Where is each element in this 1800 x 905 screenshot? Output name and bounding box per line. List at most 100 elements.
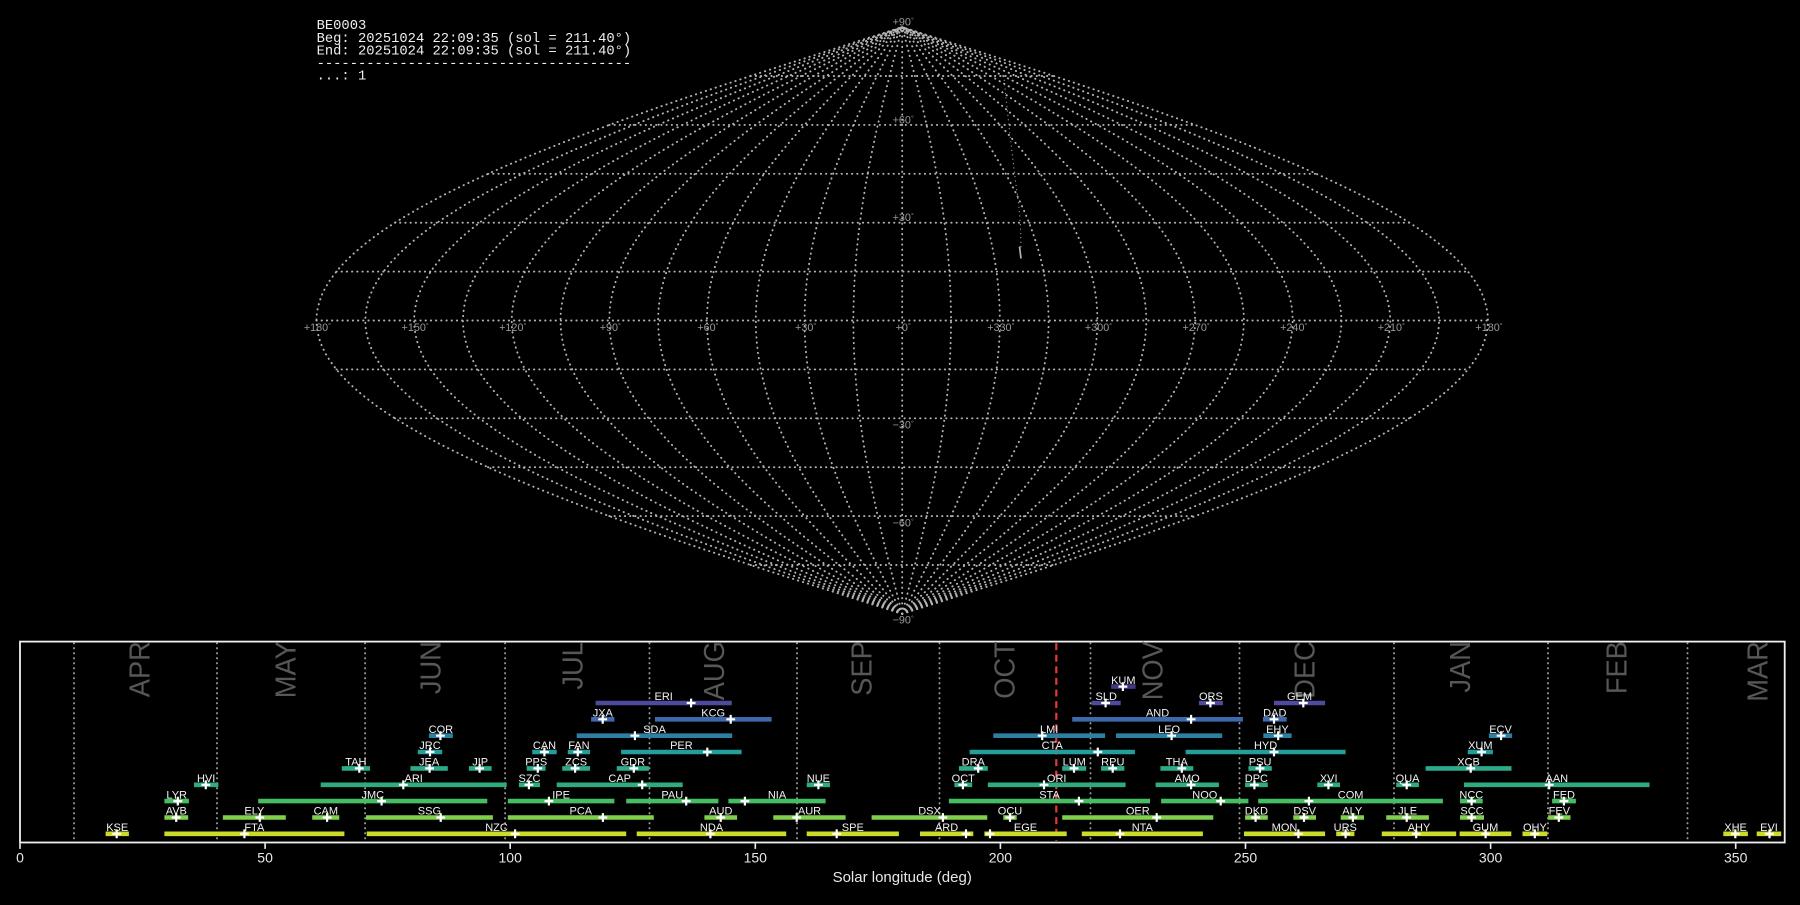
svg-text:ECV: ECV [1489, 724, 1512, 736]
svg-text:250: 250 [1234, 850, 1258, 866]
svg-text:ORS: ORS [1199, 691, 1223, 703]
svg-text:+270°: +270° [1183, 322, 1210, 334]
svg-text:LYR: LYR [166, 789, 187, 801]
svg-text:KSE: KSE [106, 822, 128, 834]
svg-text:OCT: OCT [989, 641, 1021, 699]
svg-text:SCC: SCC [1460, 806, 1483, 818]
svg-text:COM: COM [1338, 789, 1364, 801]
svg-text:NCC: NCC [1459, 789, 1483, 801]
svg-text:XHE: XHE [1724, 822, 1747, 834]
svg-text:FTA: FTA [244, 822, 265, 834]
svg-text:SEP: SEP [846, 641, 878, 696]
svg-text:AVB: AVB [166, 806, 187, 818]
svg-text:NZC: NZC [485, 822, 508, 834]
svg-text:−30°: −30° [893, 420, 914, 432]
svg-text:350: 350 [1724, 850, 1748, 866]
svg-text:STA: STA [1039, 789, 1060, 801]
svg-text:+60°: +60° [893, 114, 914, 126]
svg-text:DRA: DRA [962, 757, 986, 769]
svg-text:KUM: KUM [1111, 675, 1135, 687]
svg-text:GDR: GDR [621, 757, 646, 769]
svg-text:XCB: XCB [1457, 757, 1480, 769]
svg-text:50: 50 [257, 850, 273, 866]
svg-text:URS: URS [1334, 822, 1357, 834]
svg-text:AUG: AUG [698, 641, 730, 700]
svg-text:MAY: MAY [270, 641, 302, 698]
svg-text:FAN: FAN [568, 740, 589, 752]
svg-text:JMC: JMC [361, 789, 384, 801]
svg-text:FEV: FEV [1549, 806, 1571, 818]
svg-text:RPU: RPU [1101, 757, 1124, 769]
svg-text:+240°: +240° [1280, 322, 1307, 334]
svg-text:+150°: +150° [402, 322, 429, 334]
svg-text:SLD: SLD [1095, 691, 1116, 703]
svg-text:PCA: PCA [569, 806, 592, 818]
svg-text:OCT: OCT [952, 773, 976, 785]
svg-text:XUM: XUM [1468, 740, 1492, 752]
svg-text:FEB: FEB [1601, 641, 1633, 694]
svg-text:...: 1: ...: 1 [317, 70, 367, 85]
svg-text:KCG: KCG [701, 708, 725, 720]
svg-text:NOV: NOV [1137, 641, 1169, 700]
svg-text:NOO: NOO [1192, 789, 1218, 801]
svg-text:CAN: CAN [533, 740, 556, 752]
svg-text:OHY: OHY [1523, 822, 1548, 834]
svg-text:OCU: OCU [998, 806, 1023, 818]
svg-text:+120°: +120° [499, 322, 526, 334]
svg-text:−60°: −60° [893, 517, 914, 529]
svg-text:+330°: +330° [987, 322, 1014, 334]
svg-text:+300°: +300° [1085, 322, 1112, 334]
svg-text:100: 100 [499, 850, 523, 866]
svg-text:LEO: LEO [1158, 724, 1180, 736]
svg-text:JIP: JIP [472, 757, 488, 769]
svg-text:ZCS: ZCS [565, 757, 587, 769]
svg-text:AND: AND [1146, 708, 1169, 720]
svg-text:AUD: AUD [709, 806, 732, 818]
svg-text:NTA: NTA [1132, 822, 1154, 834]
svg-text:PSU: PSU [1249, 757, 1272, 769]
svg-text:150: 150 [744, 850, 768, 866]
svg-text:QUA: QUA [1396, 773, 1421, 785]
svg-text:ARD: ARD [935, 822, 958, 834]
svg-text:AUR: AUR [798, 806, 821, 818]
svg-text:ERI: ERI [655, 691, 673, 703]
svg-text:PPS: PPS [525, 757, 547, 769]
svg-text:DKD: DKD [1245, 806, 1268, 818]
svg-text:JAN: JAN [1444, 641, 1476, 692]
svg-text:EGE: EGE [1014, 822, 1037, 834]
svg-text:DSX: DSX [918, 806, 941, 818]
svg-text:CTA: CTA [1042, 740, 1064, 752]
svg-text:LMI: LMI [1040, 724, 1058, 736]
svg-text:FED: FED [1553, 789, 1575, 801]
svg-text:JLE: JLE [1398, 806, 1417, 818]
svg-text:ARI: ARI [405, 773, 423, 785]
svg-text:JUL: JUL [557, 641, 589, 689]
svg-text:MAR: MAR [1742, 641, 1774, 702]
svg-text:EVI: EVI [1760, 822, 1778, 834]
svg-text:0: 0 [16, 850, 24, 866]
svg-text:JUN: JUN [415, 641, 447, 694]
svg-text:NIA: NIA [768, 789, 787, 801]
svg-text:NUE: NUE [807, 773, 830, 785]
svg-text:AAN: AAN [1545, 773, 1568, 785]
svg-text:DAD: DAD [1263, 708, 1286, 720]
svg-text:PER: PER [670, 740, 693, 752]
svg-text:GUM: GUM [1473, 822, 1499, 834]
svg-text:+180°: +180° [304, 322, 331, 334]
svg-text:+60°: +60° [697, 322, 718, 334]
svg-text:DPC: DPC [1245, 773, 1268, 785]
svg-text:THA: THA [1166, 757, 1189, 769]
svg-text:EHY: EHY [1266, 724, 1289, 736]
svg-text:CAP: CAP [608, 773, 631, 785]
svg-text:JEA: JEA [419, 757, 440, 769]
svg-text:OER: OER [1126, 806, 1150, 818]
svg-text:IPE: IPE [552, 789, 570, 801]
svg-text:−90°: −90° [893, 615, 914, 627]
svg-text:+30°: +30° [795, 322, 816, 334]
svg-text:GEM: GEM [1287, 691, 1312, 703]
svg-text:TAH: TAH [345, 757, 366, 769]
svg-text:+90°: +90° [893, 17, 914, 29]
svg-text:HVI: HVI [197, 773, 215, 785]
svg-text:XVI: XVI [1320, 773, 1338, 785]
svg-text:200: 200 [989, 850, 1013, 866]
